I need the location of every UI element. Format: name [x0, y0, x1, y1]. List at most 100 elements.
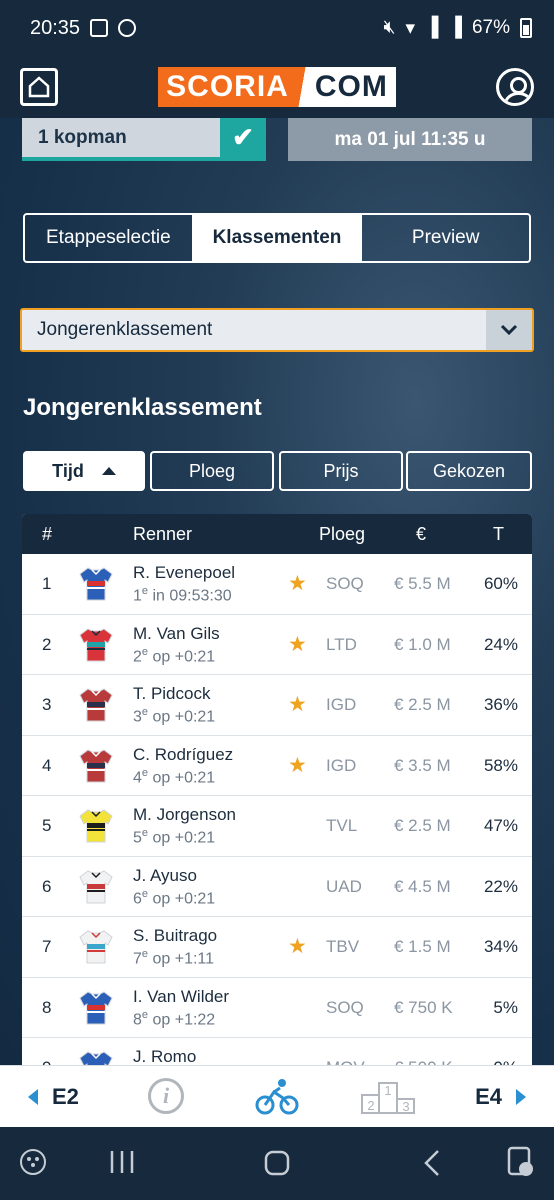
rider-name: M. Van Gils	[133, 623, 220, 643]
prev-stage-button[interactable]: E2	[28, 1066, 79, 1128]
filter-label: Prijs	[323, 460, 359, 481]
team-code: IGD	[326, 755, 357, 775]
selection-percentage: 47%	[483, 816, 518, 835]
team-jersey-icon	[79, 688, 113, 722]
selection-percentage: 60%	[483, 574, 518, 593]
classification-select[interactable]: Jongerenklassement	[20, 308, 534, 352]
team-jersey-icon	[79, 627, 113, 661]
filter-label: Gekozen	[432, 460, 506, 481]
signal-icon-2: ▐	[448, 17, 462, 38]
select-value: Jongerenklassement	[37, 319, 213, 340]
kopman-box[interactable]: 1 kopman ✔	[22, 118, 266, 161]
selection-percentage: 58%	[483, 755, 518, 775]
rank-number: 8	[42, 997, 52, 1017]
rider-gap-text: op +0:21	[148, 889, 216, 907]
team-code: SOQ	[326, 997, 364, 1017]
next-stage-button[interactable]: E4	[475, 1066, 526, 1128]
rider-rank: 3	[133, 708, 142, 726]
filter-tijd-button[interactable]: Tijd	[23, 451, 145, 491]
rider-gap-text: op +1:22	[148, 1010, 216, 1028]
rider-rank: 8	[133, 1010, 142, 1028]
prev-stage-label: E2	[52, 1084, 79, 1109]
team-jersey-icon	[79, 809, 113, 843]
battery-icon	[520, 18, 532, 38]
tab-label: Preview	[411, 227, 480, 248]
rider-gap-text: in 09:53:30	[148, 587, 232, 605]
rider-price: € 2.5 M	[394, 695, 451, 714]
section-title: Jongerenklassement	[23, 394, 262, 421]
team-jersey-icon	[79, 748, 113, 782]
rider-rank: 1	[133, 587, 142, 605]
table-row[interactable]: 2 M. Van Gils 2e op +0:21 ★ LTD € 1.0 M …	[22, 615, 532, 675]
table-row[interactable]: 3 T. Pidcock 3e op +0:21 ★ IGD € 2.5 M 3…	[22, 675, 532, 736]
rider-rank: 6	[133, 889, 142, 907]
rider-name: T. Pidcock	[133, 684, 211, 703]
rider-name: S. Buitrago	[133, 926, 218, 945]
table-row[interactable]: 6 J. Ayuso 6e op +0:21 UAD € 4.5 M 22%	[22, 857, 532, 917]
star-icon: ★	[288, 632, 307, 656]
rider-name: M. Jorgenson	[133, 805, 236, 824]
rider-name: C. Rodríguez	[133, 744, 234, 764]
selection-percentage: 5%	[493, 997, 518, 1017]
filter-label: Ploeg	[188, 460, 236, 481]
next-stage-label: E4	[475, 1084, 502, 1109]
table-row[interactable]: 5 M. Jorgenson 5e op +0:21 TVL € 2.5 M 4…	[22, 796, 532, 857]
team-code: IGD	[326, 695, 357, 714]
rider-gap: 6e op +0:21	[133, 888, 215, 908]
table-row[interactable]: 4 C. Rodríguez 4e op +0:21 ★ IGD € 3.5 M…	[22, 736, 532, 796]
tab-klassementen[interactable]: Klassementen	[191, 215, 361, 261]
logo-text-right: COM	[306, 67, 396, 107]
info-icon[interactable]: i	[148, 1078, 184, 1114]
filter-ploeg-button[interactable]: Ploeg	[150, 451, 274, 491]
rider-gap: 1e in 09:53:30	[133, 585, 232, 605]
table-row[interactable]: 1 R. Evenepoel 1e in 09:53:30 ★ SOQ € 5.…	[22, 554, 532, 615]
podium-second: 2	[367, 1098, 374, 1113]
rider-price: € 4.5 M	[394, 876, 451, 896]
tab-preview[interactable]: Preview	[360, 215, 529, 261]
sort-filters: Tijd Ploeg Prijs Gekozen	[23, 451, 533, 491]
tab-label: Klassementen	[212, 227, 342, 248]
home-nav-icon[interactable]	[263, 1149, 291, 1177]
rider-rank: 2	[133, 647, 142, 665]
team-code: TVL	[326, 816, 358, 835]
header-num: #	[42, 524, 53, 544]
profile-button[interactable]	[496, 68, 534, 106]
tab-label: Etappeselectie	[46, 227, 171, 248]
tab-etappeselectie[interactable]: Etappeselectie	[25, 215, 192, 261]
scoria-logo[interactable]: SCORIA COM	[158, 67, 396, 107]
rider-price: € 2.5 M	[394, 816, 451, 835]
back-icon[interactable]	[422, 1149, 442, 1177]
table-row[interactable]: 9 J. Romo 9e MOV € 500 K 0%	[22, 1038, 532, 1068]
podium-icon[interactable]: 1 2 3	[360, 1079, 416, 1115]
header-price: €	[416, 524, 427, 544]
team-jersey-icon	[79, 930, 113, 964]
rider-rank: 7	[133, 950, 142, 968]
filter-label: Tijd	[52, 460, 84, 481]
header-rider: Renner	[133, 524, 193, 544]
accessibility-icon[interactable]	[506, 1145, 536, 1179]
cyclist-icon[interactable]	[255, 1078, 299, 1116]
home-button[interactable]	[20, 68, 58, 106]
filter-prijs-button[interactable]: Prijs	[279, 451, 403, 491]
podium-third: 3	[402, 1099, 409, 1114]
team-jersey-icon	[79, 567, 113, 601]
rider-gap: 8e op +1:22	[133, 1009, 215, 1029]
table-body: 1 R. Evenepoel 1e in 09:53:30 ★ SOQ € 5.…	[22, 554, 532, 1068]
team-code: LTD	[326, 634, 357, 654]
rider-price: € 5.5 M	[394, 574, 451, 593]
gamepad-icon[interactable]	[18, 1147, 48, 1177]
table-row[interactable]: 8 I. Van Wilder 8e op +1:22 SOQ € 750 K …	[22, 978, 532, 1038]
selection-percentage: 36%	[483, 695, 518, 714]
filter-gekozen-button[interactable]: Gekozen	[406, 451, 532, 491]
team-jersey-icon	[79, 869, 113, 903]
table-row[interactable]: 7 S. Buitrago 7e op +1:11 ★ TBV € 1.5 M …	[22, 917, 532, 978]
check-icon: ✔	[220, 118, 266, 157]
team-code: TBV	[326, 937, 360, 956]
team-code: SOQ	[326, 574, 364, 593]
app-header: SCORIA COM	[0, 56, 554, 118]
rank-number: 6	[42, 876, 52, 896]
recents-icon[interactable]	[108, 1149, 136, 1175]
signal-icon: ▐	[425, 17, 439, 38]
chevron-left-icon	[28, 1089, 38, 1105]
rider-gap: 7e op +1:11	[133, 948, 214, 968]
